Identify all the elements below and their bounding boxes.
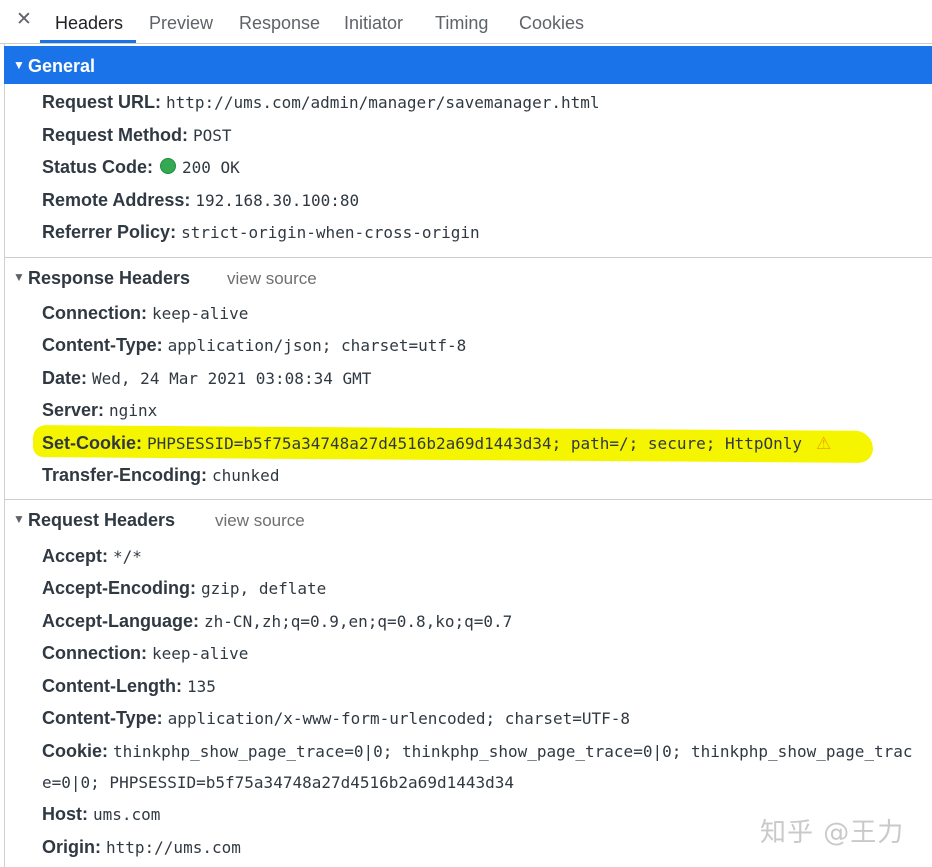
header-key: Transfer-Encoding: bbox=[42, 465, 213, 485]
tab-timing[interactable]: Timing bbox=[435, 12, 488, 42]
header-value: nginx bbox=[109, 401, 158, 420]
response-row-connection: Connection: keep-alive bbox=[42, 300, 248, 326]
tab-initiator[interactable]: Initiator bbox=[344, 12, 403, 42]
general-row-request-url: Request URL: http://ums.com/admin/manage… bbox=[42, 89, 600, 115]
panel-divider bbox=[4, 43, 5, 867]
section-response-headers-title: Response Headers bbox=[28, 268, 191, 288]
header-key: Host: bbox=[42, 804, 93, 824]
header-value: gzip, deflate bbox=[201, 579, 327, 598]
header-value: http://ums.com/admin/manager/savemanager… bbox=[166, 93, 600, 112]
close-icon[interactable]: ✕ bbox=[14, 8, 34, 32]
warning-triangle-icon[interactable]: ⚠ bbox=[816, 431, 831, 457]
header-key: Accept-Language: bbox=[42, 611, 205, 631]
request-row-content-type: Content-Type: application/x-www-form-url… bbox=[42, 705, 630, 731]
general-row-status-code: Status Code: 200 OK bbox=[42, 154, 240, 180]
header-key: Connection: bbox=[42, 303, 152, 323]
header-value: 192.168.30.100:80 bbox=[195, 191, 360, 210]
general-row-request-method: Request Method: POST bbox=[42, 122, 232, 148]
request-row-accept: Accept: */* bbox=[42, 543, 142, 569]
header-key: Remote Address: bbox=[42, 190, 196, 210]
response-row-server: Server: nginx bbox=[42, 397, 157, 423]
header-key: Status Code: bbox=[42, 157, 159, 177]
header-value: 135 bbox=[186, 677, 216, 696]
header-value: 200 OK bbox=[182, 158, 240, 177]
header-value: Wed, 24 Mar 2021 03:08:34 GMT bbox=[92, 369, 372, 388]
section-general-title: General bbox=[28, 56, 96, 76]
response-row-set-cookie: Set-Cookie: PHPSESSID=b5f75a34748a27d451… bbox=[42, 430, 831, 456]
header-key: Referrer Policy: bbox=[42, 222, 182, 242]
header-key: Request URL: bbox=[42, 92, 167, 112]
section-general-header[interactable]: ▼ General bbox=[4, 46, 932, 84]
header-key: Content-Type: bbox=[42, 708, 168, 728]
tab-bar: ✕ Headers Preview Response Initiator Tim… bbox=[0, 0, 932, 44]
expand-triangle-icon: ▼ bbox=[13, 58, 25, 72]
header-value: thinkphp_show_page_trace=0|0; thinkphp_s… bbox=[113, 742, 913, 761]
header-value: application/json; charset=utf-8 bbox=[167, 336, 467, 355]
general-row-referrer-policy: Referrer Policy: strict-origin-when-cros… bbox=[42, 219, 480, 245]
status-ok-icon bbox=[160, 158, 177, 174]
request-row-accept-encoding: Accept-Encoding: gzip, deflate bbox=[42, 575, 326, 601]
header-value: application/x-www-form-urlencoded; chars… bbox=[167, 709, 631, 728]
header-value: ums.com bbox=[93, 805, 161, 824]
header-value: strict-origin-when-cross-origin bbox=[181, 223, 480, 242]
response-row-transfer-encoding: Transfer-Encoding: chunked bbox=[42, 462, 279, 488]
header-key: Server: bbox=[42, 400, 110, 420]
header-value: keep-alive bbox=[152, 304, 249, 323]
section-request-headers-title: Request Headers bbox=[28, 510, 176, 530]
header-value: http://ums.com bbox=[106, 838, 241, 857]
header-key: Request Method: bbox=[42, 125, 193, 145]
header-value: POST bbox=[193, 126, 232, 145]
response-row-content-type: Content-Type: application/json; charset=… bbox=[42, 332, 466, 358]
request-row-content-length: Content-Length: 135 bbox=[42, 673, 216, 699]
response-row-date: Date: Wed, 24 Mar 2021 03:08:34 GMT bbox=[42, 365, 371, 391]
header-key: Accept-Encoding: bbox=[42, 578, 202, 598]
header-value: keep-alive bbox=[152, 644, 249, 663]
active-tab-indicator bbox=[40, 40, 136, 43]
watermark: 知乎 @王力 bbox=[760, 818, 905, 848]
request-row-cookie: Cookie: thinkphp_show_page_trace=0|0; th… bbox=[42, 738, 932, 764]
general-row-remote-address: Remote Address: 192.168.30.100:80 bbox=[42, 187, 359, 213]
view-source-link[interactable]: view source bbox=[227, 268, 317, 290]
header-key: Content-Type: bbox=[42, 335, 168, 355]
section-response-headers-header[interactable]: ▼ Response Headers view source bbox=[4, 257, 932, 296]
cookie-value-continuation: e=0|0; PHPSESSID=b5f75a34748a27d4516b2a6… bbox=[42, 773, 515, 792]
header-value: chunked bbox=[212, 466, 280, 485]
tab-preview[interactable]: Preview bbox=[149, 12, 213, 42]
header-key: Content-Length: bbox=[42, 676, 187, 696]
header-key: Accept: bbox=[42, 546, 114, 566]
request-row-host: Host: ums.com bbox=[42, 801, 160, 827]
header-key: Connection: bbox=[42, 643, 152, 663]
tab-cookies[interactable]: Cookies bbox=[519, 12, 584, 42]
header-value: */* bbox=[113, 547, 142, 566]
request-row-origin: Origin: http://ums.com bbox=[42, 834, 241, 860]
header-key: Origin: bbox=[42, 837, 106, 857]
request-row-connection: Connection: keep-alive bbox=[42, 640, 248, 666]
view-source-link[interactable]: view source bbox=[215, 510, 305, 532]
header-value: PHPSESSID=b5f75a34748a27d4516b2a69d1443d… bbox=[147, 434, 803, 453]
expand-triangle-icon: ▼ bbox=[13, 512, 25, 526]
header-key: Set-Cookie: bbox=[42, 433, 148, 453]
tab-headers[interactable]: Headers bbox=[55, 12, 123, 42]
section-request-headers-header[interactable]: ▼ Request Headers view source bbox=[4, 499, 932, 538]
header-value: zh-CN,zh;q=0.9,en;q=0.8,ko;q=0.7 bbox=[204, 612, 513, 631]
tab-response[interactable]: Response bbox=[239, 12, 320, 42]
header-key: Date: bbox=[42, 368, 93, 388]
header-key: Cookie: bbox=[42, 741, 114, 761]
request-row-accept-language: Accept-Language: zh-CN,zh;q=0.9,en;q=0.8… bbox=[42, 608, 512, 634]
expand-triangle-icon: ▼ bbox=[13, 270, 25, 284]
